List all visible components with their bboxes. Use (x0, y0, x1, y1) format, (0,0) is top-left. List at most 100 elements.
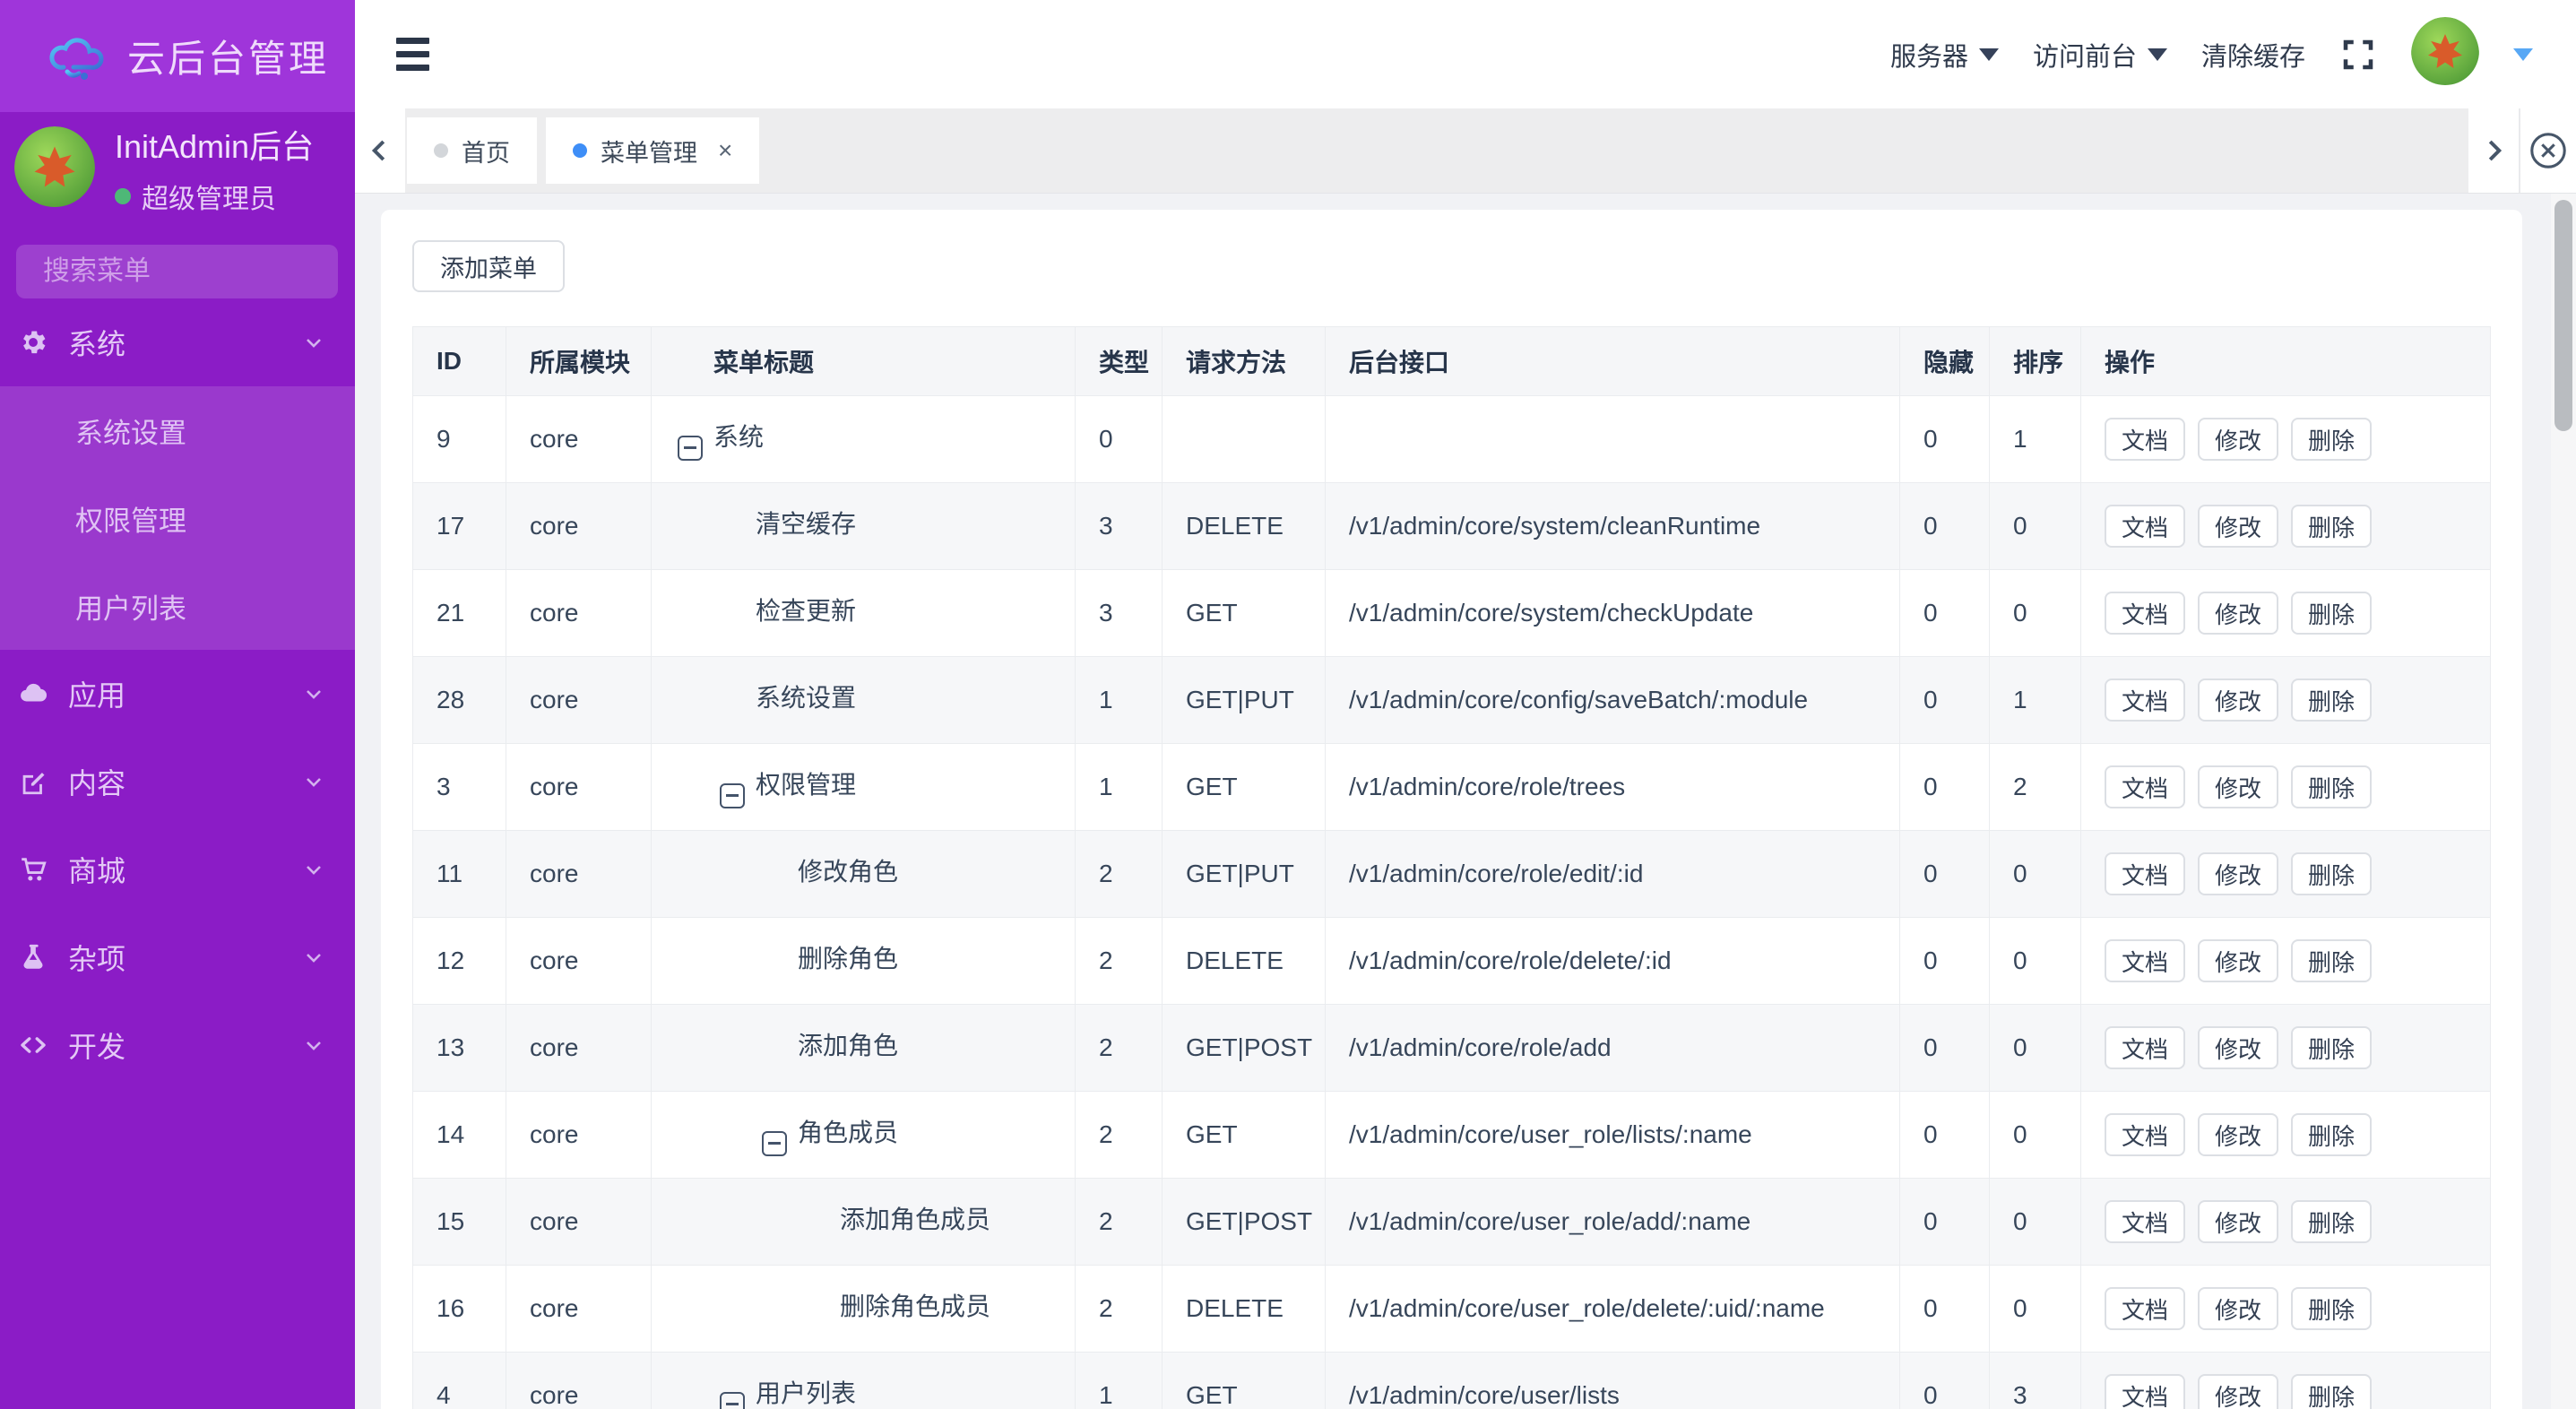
user-profile[interactable]: InitAdmin后台 超级管理员 (14, 125, 355, 214)
caret-down-icon (2147, 48, 2167, 61)
cell-api: /v1/admin/core/role/add (1325, 1004, 1900, 1092)
delete-button[interactable]: 删除 (2291, 1026, 2373, 1069)
cloud-logo-icon (49, 37, 104, 80)
online-dot-icon (115, 188, 131, 204)
doc-button[interactable]: 文档 (2105, 852, 2186, 895)
doc-button[interactable]: 文档 (2105, 765, 2186, 808)
cell-module: core (506, 482, 652, 570)
collapse-toggle-icon[interactable] (720, 1391, 745, 1409)
collapse-toggle-icon[interactable] (720, 782, 745, 808)
scrollbar-thumb[interactable] (2554, 200, 2572, 431)
delete-button[interactable]: 删除 (2291, 852, 2373, 895)
table-row: 21 core 检查更新 3 GET /v1/admin/core/system… (412, 569, 2491, 657)
sidebar-item-apps[interactable]: 应用 (0, 650, 355, 738)
edit-button[interactable]: 修改 (2198, 592, 2279, 635)
hamburger-menu-icon[interactable] (396, 38, 429, 71)
sidebar-subitem-system-settings[interactable]: 系统设置 (0, 386, 355, 474)
table-row: 4 core 用户列表 1 GET /v1/admin/core/user/li… (412, 1352, 2491, 1409)
fullscreen-icon[interactable] (2339, 36, 2377, 73)
search-menu-input[interactable] (16, 245, 338, 298)
sidebar-subitem-user-list[interactable]: 用户列表 (0, 562, 355, 650)
cell-id: 21 (412, 569, 506, 657)
cell-type: 2 (1075, 1178, 1163, 1266)
collapse-toggle-icon[interactable] (762, 1130, 787, 1156)
edit-button[interactable]: 修改 (2198, 1374, 2279, 1409)
sidebar-item-misc[interactable]: 杂项 (0, 913, 355, 1001)
cell-type: 0 (1075, 395, 1163, 483)
caret-down-icon[interactable] (2513, 48, 2533, 61)
menu-table: ID 所属模块 菜单标题 类型 请求方法 后台接口 隐藏 排序 操作 9 cor… (412, 326, 2491, 1409)
doc-button[interactable]: 文档 (2105, 1374, 2186, 1409)
close-all-tabs-button[interactable] (2519, 108, 2576, 193)
sidebar-item-dev[interactable]: 开发 (0, 1001, 355, 1089)
add-menu-button[interactable]: 添加菜单 (412, 240, 565, 292)
cell-api: /v1/admin/core/role/delete/:id (1325, 917, 1900, 1005)
delete-button[interactable]: 删除 (2291, 679, 2373, 722)
cell-api (1325, 395, 1900, 483)
doc-button[interactable]: 文档 (2105, 1287, 2186, 1330)
doc-button[interactable]: 文档 (2105, 418, 2186, 461)
sidebar-subitem-permissions[interactable]: 权限管理 (0, 474, 355, 562)
delete-button[interactable]: 删除 (2291, 1287, 2373, 1330)
doc-button[interactable]: 文档 (2105, 1026, 2186, 1069)
cell-sort: 0 (1989, 830, 2081, 918)
cell-hidden: 0 (1899, 1091, 1990, 1179)
delete-button[interactable]: 删除 (2291, 1374, 2373, 1409)
col-sort: 排序 (1989, 326, 2081, 396)
table-row: 28 core 系统设置 1 GET|PUT /v1/admin/core/co… (412, 656, 2491, 744)
edit-button[interactable]: 修改 (2198, 1200, 2279, 1243)
delete-button[interactable]: 删除 (2291, 592, 2373, 635)
delete-button[interactable]: 删除 (2291, 418, 2373, 461)
edit-button[interactable]: 修改 (2198, 418, 2279, 461)
doc-button[interactable]: 文档 (2105, 1113, 2186, 1156)
sidebar: 云后台管理 InitAdmin后台 超级管理员 搜索菜单 系统 系统设置 权限管… (0, 0, 355, 1409)
edit-button[interactable]: 修改 (2198, 1113, 2279, 1156)
tab-home[interactable]: 首页 (407, 117, 537, 184)
clear-cache-button[interactable]: 清除缓存 (2201, 36, 2305, 73)
cell-module: core (506, 743, 652, 831)
doc-button[interactable]: 文档 (2105, 1200, 2186, 1243)
collapse-toggle-icon[interactable] (678, 435, 703, 461)
tab-bar: 首页 菜单管理 × (355, 108, 2576, 194)
delete-button[interactable]: 删除 (2291, 505, 2373, 548)
delete-button[interactable]: 删除 (2291, 939, 2373, 982)
doc-button[interactable]: 文档 (2105, 505, 2186, 548)
cell-title: 删除角色 (651, 917, 1076, 1005)
doc-button[interactable]: 文档 (2105, 939, 2186, 982)
tabs-scroll-left-button[interactable] (355, 108, 405, 193)
tabs-scroll-right-button[interactable] (2468, 108, 2519, 193)
sidebar-item-content[interactable]: 内容 (0, 738, 355, 826)
content-card: 添加菜单 ID 所属模块 菜单标题 类型 请求方法 后台接口 隐藏 排序 操作 … (381, 210, 2522, 1409)
cell-title: 清空缓存 (651, 482, 1076, 570)
tab-close-icon[interactable]: × (718, 136, 732, 165)
cell-title: 添加角色 (651, 1004, 1076, 1092)
edit-button[interactable]: 修改 (2198, 505, 2279, 548)
cell-sort: 0 (1989, 569, 2081, 657)
cell-type: 3 (1075, 482, 1163, 570)
visit-frontend-dropdown[interactable]: 访问前台 (2033, 36, 2167, 73)
edit-button[interactable]: 修改 (2198, 765, 2279, 808)
doc-button[interactable]: 文档 (2105, 592, 2186, 635)
sidebar-item-shop[interactable]: 商城 (0, 826, 355, 913)
cell-method: GET|PUT (1162, 656, 1326, 744)
server-dropdown[interactable]: 服务器 (1890, 36, 1999, 73)
flask-icon (23, 944, 43, 969)
edit-button[interactable]: 修改 (2198, 1287, 2279, 1330)
edit-button[interactable]: 修改 (2198, 852, 2279, 895)
doc-button[interactable]: 文档 (2105, 679, 2186, 722)
delete-button[interactable]: 删除 (2291, 765, 2373, 808)
cell-hidden: 0 (1899, 917, 1990, 1005)
delete-button[interactable]: 删除 (2291, 1113, 2373, 1156)
user-avatar[interactable] (2411, 16, 2479, 92)
cell-type: 2 (1075, 1091, 1163, 1179)
cell-method: DELETE (1162, 482, 1326, 570)
edit-button[interactable]: 修改 (2198, 679, 2279, 722)
table-row: 13 core 添加角色 2 GET|POST /v1/admin/core/r… (412, 1004, 2491, 1092)
edit-button[interactable]: 修改 (2198, 1026, 2279, 1069)
tab-menu-management[interactable]: 菜单管理 × (546, 117, 760, 184)
cell-id: 11 (412, 830, 506, 918)
delete-button[interactable]: 删除 (2291, 1200, 2373, 1243)
edit-button[interactable]: 修改 (2198, 939, 2279, 982)
sidebar-item-system[interactable]: 系统 (0, 298, 355, 386)
cell-hidden: 0 (1899, 569, 1990, 657)
